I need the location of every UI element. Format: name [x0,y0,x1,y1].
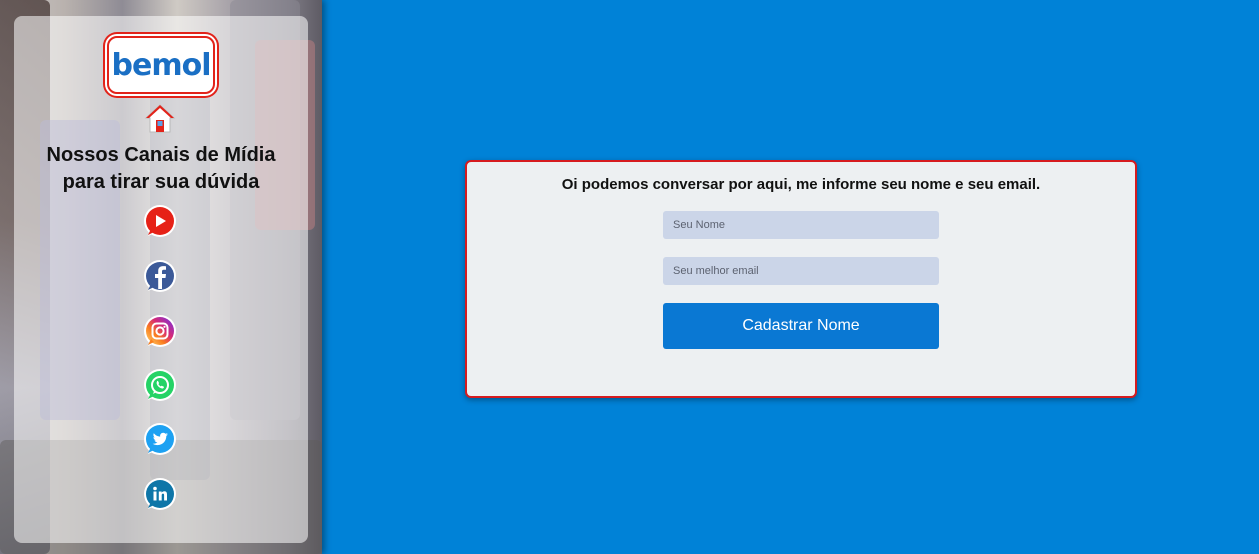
facebook-icon [144,260,176,292]
logo-text: bemol [111,47,212,83]
name-input[interactable] [663,211,939,239]
register-name-button[interactable]: Cadastrar Nome [663,303,939,349]
instagram-link[interactable] [142,314,178,350]
facebook-link[interactable] [142,259,178,295]
linkedin-icon [144,478,176,510]
twitter-icon [144,423,176,455]
contact-form-card: Oi podemos conversar por aqui, me inform… [465,160,1137,398]
whatsapp-icon [144,369,176,401]
youtube-link[interactable] [142,204,178,240]
media-channels-title: Nossos Canais de Mídia para tirar sua dú… [14,142,308,196]
form-heading: Oi podemos conversar por aqui, me inform… [561,176,1041,193]
title-line-1: Nossos Canais de Mídia [46,144,276,166]
media-channels-panel: bemol Nossos Canais de Mídia para tirar … [14,16,308,543]
instagram-icon [144,315,176,347]
sidebar: bemol Nossos Canais de Mídia para tirar … [0,0,322,554]
home-icon[interactable] [144,102,176,134]
bemol-logo[interactable]: bemol [107,36,215,94]
twitter-link[interactable] [142,422,178,458]
linkedin-link[interactable] [142,477,178,513]
email-input[interactable] [663,257,939,285]
title-line-2: para tirar sua dúvida [62,171,260,193]
youtube-icon [144,205,176,237]
whatsapp-link[interactable] [142,368,178,404]
